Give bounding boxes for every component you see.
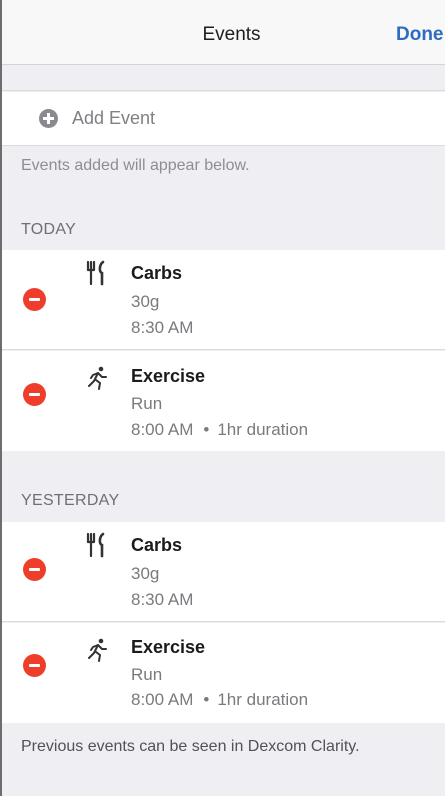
footer-note: Previous events can be seen in Dexcom Cl… <box>21 738 360 755</box>
done-button[interactable]: Done <box>396 24 444 46</box>
fork-knife-icon <box>86 260 105 286</box>
runner-icon <box>88 366 107 390</box>
top-spacer <box>2 66 445 91</box>
event-row[interactable]: Carbs 30g 8:30 AM <box>2 522 445 622</box>
event-time: 8:30 AM <box>131 590 194 609</box>
event-type: Exercise <box>131 637 206 657</box>
event-duration: 1hr duration <box>217 690 309 709</box>
section-header-today: TODAY <box>21 221 77 238</box>
event-time-duration: 8:00 AM • 1hr duration <box>131 690 308 710</box>
delete-event-button[interactable] <box>23 558 46 581</box>
delete-event-button[interactable] <box>23 654 46 677</box>
delete-event-button[interactable] <box>23 383 46 406</box>
event-time: 8:00 AM <box>131 690 194 709</box>
fork-knife-icon <box>86 532 105 558</box>
event-duration: 1hr duration <box>217 420 309 439</box>
event-row[interactable]: Carbs 30g 8:30 AM <box>2 250 445 350</box>
event-detail: 30g <box>131 564 160 583</box>
separator-bullet: • <box>203 420 210 439</box>
event-row[interactable]: Exercise Run 8:00 AM • 1hr duration <box>2 351 445 451</box>
plus-circle-icon <box>39 109 58 128</box>
events-hint: Events added will appear below. <box>21 157 250 174</box>
runner-icon <box>88 638 107 662</box>
event-detail: Run <box>131 394 163 413</box>
event-row[interactable]: Exercise Run 8:00 AM • 1hr duration <box>2 623 445 723</box>
event-type: Exercise <box>131 366 206 386</box>
event-type: Carbs <box>131 535 183 555</box>
event-detail: Run <box>131 665 163 684</box>
events-screen: Events Done Add Event Events added will … <box>0 0 445 796</box>
section-header-yesterday: YESTERDAY <box>21 492 120 509</box>
event-time: 8:00 AM <box>131 420 194 439</box>
event-type: Carbs <box>131 263 183 283</box>
navigation-bar: Events Done <box>2 0 445 65</box>
event-time-duration: 8:00 AM • 1hr duration <box>131 420 308 440</box>
add-event-label: Add Event <box>72 108 156 128</box>
add-event-button[interactable]: Add Event <box>2 92 445 146</box>
event-detail: 30g <box>131 292 160 311</box>
event-time: 8:30 AM <box>131 318 194 337</box>
separator-bullet: • <box>203 690 210 709</box>
page-title: Events <box>202 24 261 45</box>
delete-event-button[interactable] <box>23 288 46 311</box>
